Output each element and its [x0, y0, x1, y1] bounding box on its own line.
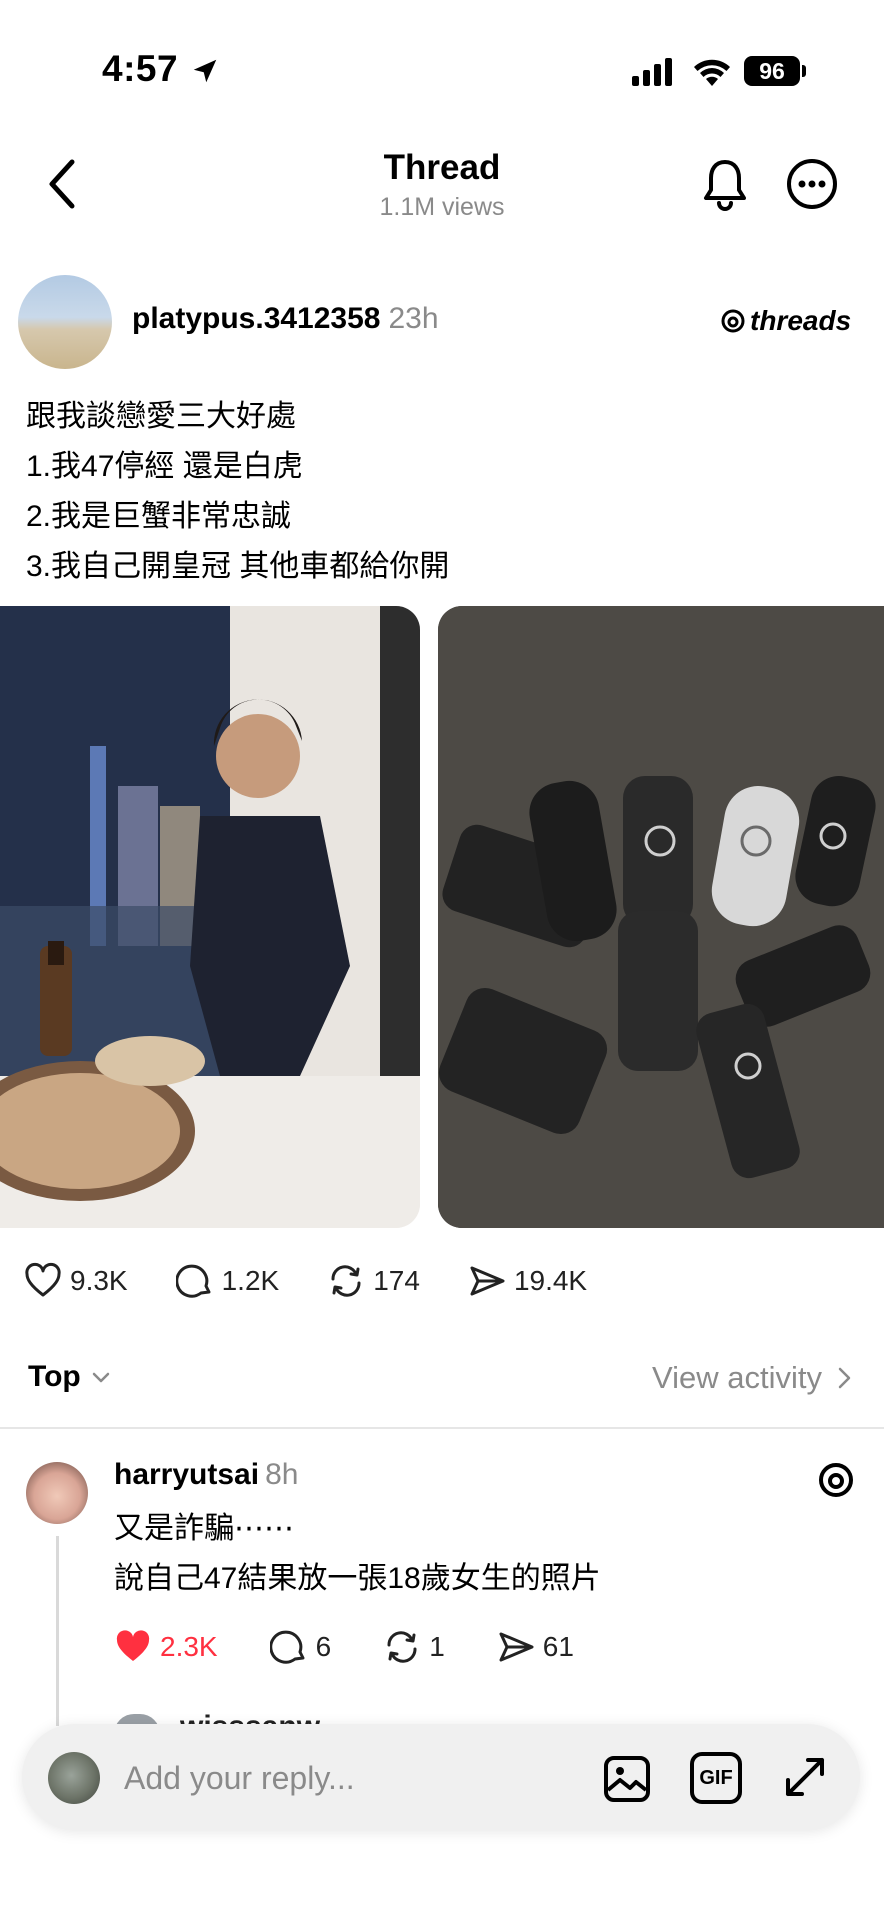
chevron-down-icon: [92, 1372, 109, 1383]
post-line: 1.我47停經 還是白虎: [26, 450, 303, 483]
battery-tip: [802, 65, 806, 77]
post-username[interactable]: platypus.3412358: [132, 302, 380, 335]
share-send-icon: [470, 1266, 505, 1296]
reply-input[interactable]: [124, 1754, 564, 1802]
cellular-signal-icon: [632, 58, 672, 86]
comment-like-button[interactable]: 2.3K: [114, 1628, 218, 1666]
image-attach-icon[interactable]: [602, 1754, 652, 1804]
location-arrow-icon: [193, 59, 217, 83]
reply-thread-line: [56, 1536, 59, 1726]
view-activity-link[interactable]: View activity: [652, 1360, 854, 1396]
post-author[interactable]: platypus.3412358 23h: [132, 302, 439, 336]
section-divider: [0, 1427, 884, 1429]
share-send-icon: [499, 1632, 534, 1662]
comment-button[interactable]: 1.2K: [175, 1262, 280, 1300]
comment-bubble-icon: [269, 1630, 305, 1664]
share-count: 19.4K: [513, 1265, 588, 1296]
gif-button[interactable]: GIF: [690, 1752, 742, 1804]
comment-share-count: 61: [542, 1631, 574, 1662]
like-button[interactable]: 9.3K: [24, 1262, 128, 1300]
repost-button[interactable]: 174: [327, 1262, 420, 1300]
bell-icon[interactable]: [702, 156, 748, 212]
comment-line: 說自己47結果放一張18歲女生的照片: [114, 1562, 601, 1595]
like-count: 9.3K: [70, 1265, 128, 1296]
view-activity-label: View activity: [652, 1360, 822, 1395]
photo-keys-illustration: [438, 606, 884, 1228]
sort-label: Top: [28, 1360, 81, 1393]
chevron-right-icon: [838, 1367, 851, 1389]
status-time: 4:57: [102, 48, 179, 89]
post-photo-car-keys[interactable]: [438, 606, 884, 1228]
threads-logo-icon: [721, 309, 745, 333]
comment-body: 又是詐騙⋯⋯ 說自己47結果放一張18歲女生的照片: [114, 1504, 601, 1604]
heart-filled-icon: [116, 1630, 150, 1661]
photo-woman-illustration: [0, 606, 420, 1228]
comment-actions: 2.3K 6 1 61: [114, 1624, 626, 1670]
share-button[interactable]: 19.4K: [468, 1262, 587, 1300]
view-count: 1.1M views: [379, 193, 505, 221]
comment-line: 又是詐騙⋯⋯: [114, 1512, 294, 1545]
comment-reply-count: 6: [315, 1631, 332, 1662]
post-photo-woman[interactable]: [0, 606, 420, 1228]
repost-icon: [387, 1631, 417, 1663]
comment-like-count: 2.3K: [160, 1631, 218, 1662]
post-actions: 9.3K 1.2K 174 19.4K: [24, 1258, 635, 1304]
more-options-icon[interactable]: [786, 158, 838, 210]
page-title: Thread: [383, 148, 501, 187]
comment-author[interactable]: harryutsai 8h: [114, 1458, 298, 1492]
current-user-avatar: [48, 1752, 100, 1804]
post-line: 2.我是巨蟹非常忠誠: [26, 500, 292, 533]
sort-dropdown[interactable]: Top: [28, 1360, 113, 1394]
comment-repost-count: 1: [429, 1631, 445, 1662]
post-line: 3.我自己開皇冠 其他車都給你開: [26, 550, 450, 583]
comment-time-ago: 8h: [265, 1458, 299, 1491]
post-time-ago: 23h: [388, 302, 439, 335]
brand-text: threads: [750, 305, 852, 336]
comment-repost-button[interactable]: 1: [383, 1628, 445, 1666]
expand-icon[interactable]: [780, 1752, 830, 1802]
comment-username[interactable]: harryutsai: [114, 1458, 259, 1491]
repost-icon: [331, 1265, 361, 1297]
wifi-icon: [694, 59, 730, 86]
comment-author-avatar[interactable]: [26, 1462, 88, 1524]
battery-indicator: 96: [744, 56, 800, 86]
repost-count: 174: [373, 1265, 420, 1296]
comment-bubble-icon: [175, 1264, 211, 1298]
comment-share-button[interactable]: 61: [497, 1628, 574, 1666]
post-line: 跟我談戀愛三大好處: [26, 400, 296, 433]
threads-brand: threads: [720, 305, 851, 337]
comment-count: 1.2K: [221, 1265, 280, 1296]
comment-reply-button[interactable]: 6: [269, 1628, 332, 1666]
threads-logo-icon: [819, 1463, 853, 1497]
heart-icon: [25, 1262, 61, 1297]
post-author-avatar[interactable]: [18, 275, 112, 369]
post-body: 跟我談戀愛三大好處 1.我47停經 還是白虎 2.我是巨蟹非常忠誠 3.我自己開…: [26, 392, 449, 592]
